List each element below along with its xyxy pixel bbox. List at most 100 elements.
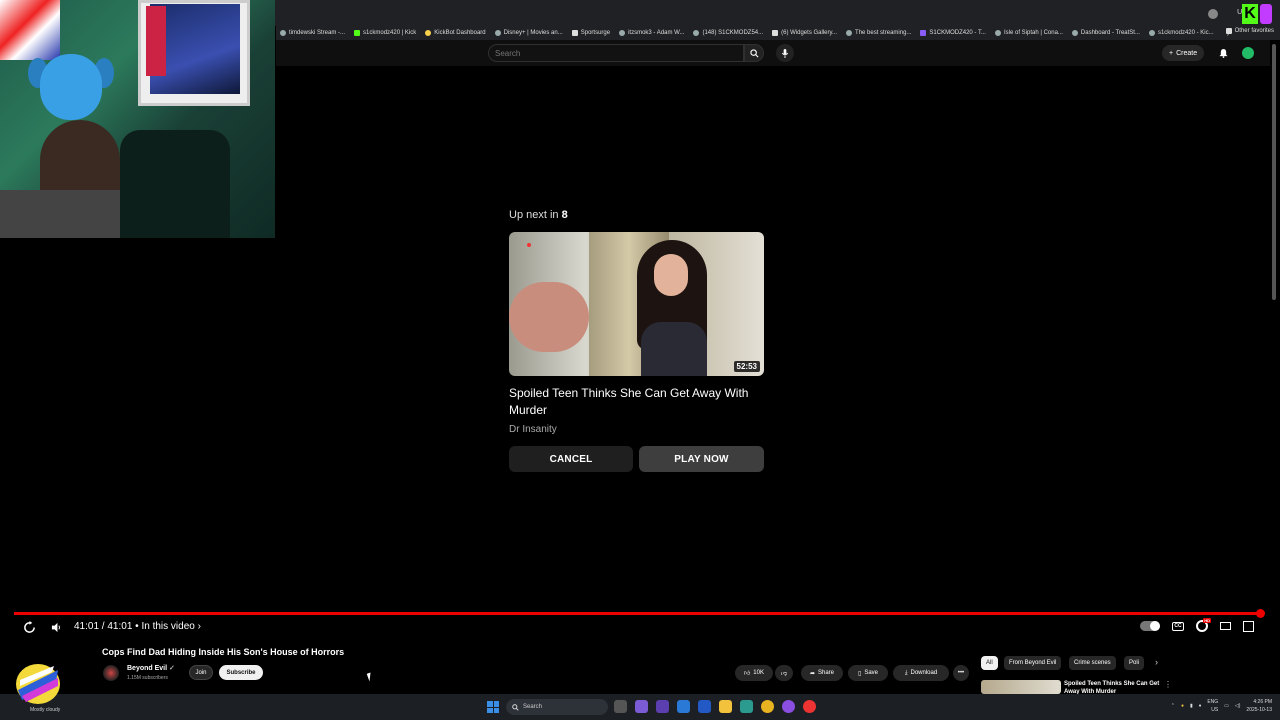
globe-icon [619,30,626,36]
webcam-poster-stripe [146,6,166,76]
record-dot-icon [527,243,531,247]
up-next-channel[interactable]: Dr Insanity [509,424,557,435]
twitch-icon [920,30,927,36]
weather-widget[interactable]: Mostly cloudy [6,664,66,720]
thumbnail-person-dress [641,322,707,376]
chrome-icon[interactable] [761,700,774,713]
bookmark-item[interactable]: Disney+ | Movies an... [494,30,563,36]
verified-icon: ✓ [169,665,175,672]
voice-search-button[interactable] [776,44,794,62]
cancel-button[interactable]: CANCEL [509,446,633,472]
speaker-icon[interactable]: ◁) [1235,703,1241,709]
tray-app-icon[interactable]: ● [1181,703,1184,709]
share-button[interactable]: ➦ Share [801,665,843,681]
progress-scrubber[interactable] [1256,609,1265,618]
time-display: 41:01 / 41:01 • In this video › [74,621,201,632]
bookmark-item[interactable]: (148) S1CKMODZ54... [693,30,763,36]
usb-icon[interactable]: ▮ [1190,703,1193,709]
webcam-flag [0,0,60,60]
other-favorites[interactable]: Other favorites [1225,28,1274,34]
weather-logo-icon [16,664,60,704]
chapter-link[interactable]: In this video [141,621,194,632]
mouse-cursor [366,672,374,682]
teams-icon[interactable] [656,700,669,713]
bookmark-item[interactable]: itzsmok3 - Adam W... [619,30,684,36]
copilot-icon[interactable] [635,700,648,713]
fullscreen-icon[interactable] [1243,620,1254,632]
language-indicator[interactable]: ENG US [1207,698,1218,714]
search-icon [749,48,758,57]
search-input[interactable] [488,44,744,62]
globe-icon [280,30,286,36]
up-next-title[interactable]: Spoiled Teen Thinks She Can Get Away Wit… [509,385,769,419]
notifications-button[interactable] [1216,46,1230,60]
kick-app-icon[interactable]: K [1242,4,1272,24]
channel-name[interactable]: Beyond Evil ✓ [127,664,175,672]
progress-bar[interactable] [14,612,1262,615]
save-button[interactable]: ▯ Save [848,665,888,681]
sportsurge-icon [571,30,578,36]
share-icon: ➦ [809,670,815,677]
search-button[interactable] [744,44,764,62]
dislike-button[interactable]: 👎︎ [775,665,793,681]
chip-from-beyond-evil[interactable]: From Beyond Evil [1004,656,1062,670]
obs-icon[interactable] [803,700,816,713]
globe-icon [693,30,700,36]
sidebar-video-thumbnail[interactable] [981,680,1061,694]
task-view-icon[interactable] [614,700,627,713]
chevron-up-icon[interactable]: ⌃ [1171,703,1175,709]
clock[interactable]: 4:26 PM 2025-10-13 [1246,698,1272,714]
download-button[interactable]: ⤓ Download [893,665,949,681]
create-button[interactable]: + Create [1162,45,1205,61]
theater-mode-icon[interactable] [1220,622,1231,630]
mic-tray-icon[interactable]: ♦ [1199,703,1202,709]
hd-badge: HD [1203,618,1211,623]
bookmark-item[interactable]: (6) Widgets Gallery... [772,30,837,36]
network-icon[interactable]: ▭ [1224,703,1229,709]
join-button[interactable]: Join [189,665,213,680]
account-avatar[interactable] [1242,47,1254,59]
autoplay-toggle[interactable] [1140,621,1160,631]
subscribe-button[interactable]: Subscribe [219,665,263,680]
bookmark-item[interactable]: S1CKMODZ420 - T... [920,30,986,36]
subtitles-icon[interactable]: CC [1172,621,1184,631]
volume-button[interactable] [51,620,62,634]
channel-avatar[interactable] [103,665,119,681]
play-now-button[interactable]: PLAY NOW [639,446,764,472]
edge-icon[interactable] [740,700,753,713]
player-right-controls: CC HD [1140,618,1254,632]
more-actions-button[interactable]: ••• [953,665,969,681]
bookmark-item[interactable]: s1ckmodz420 - Kic... [1148,30,1214,36]
chip-all[interactable]: All [981,656,998,670]
globe-icon [846,30,853,36]
settings-gear-icon[interactable]: HD [1196,618,1211,632]
volume-icon [51,622,60,632]
bookmark-item[interactable]: KickBot Dashboard [425,30,486,36]
thumbs-down-icon: 👎︎ [780,671,788,677]
up-next-thumbnail[interactable]: 52:53 [509,232,764,376]
chip-crime-scenes[interactable]: Crime scenes [1069,656,1116,670]
thumbnail-person-face [654,254,688,296]
taskbar-apps [614,700,816,713]
bookmark-item[interactable]: Sportsurge [571,30,610,36]
page-scrollbar[interactable] [1272,44,1276,300]
bookmark-item[interactable]: timdewski Stream -... [280,30,345,36]
like-button[interactable]: 👍︎ 10K [735,665,773,681]
chip-poli[interactable]: Poli [1124,656,1145,670]
bookmark-item[interactable]: Isle of Siptah | Cona... [994,30,1063,36]
file-explorer-icon[interactable] [719,700,732,713]
bookmark-item[interactable]: s1ckmodz420 | Kick [354,30,416,36]
chevron-right-icon[interactable]: › [1155,657,1158,667]
profile-icon[interactable] [1208,9,1218,19]
start-button[interactable] [487,701,499,713]
replay-button[interactable] [23,620,36,634]
bookmark-item[interactable]: Dashboard - TreatSt... [1071,30,1140,36]
store-icon[interactable] [698,700,711,713]
discord-icon[interactable] [782,700,795,713]
sidebar-video-title[interactable]: Spoiled Teen Thinks She Can Get Away Wit… [1064,680,1160,694]
bookmark-item[interactable]: The best streaming... [846,30,911,36]
webcam-plush [40,54,102,120]
outlook-icon[interactable] [677,700,690,713]
more-vertical-icon[interactable]: ⋮ [1164,680,1172,689]
taskbar-search[interactable]: Search [506,699,608,715]
